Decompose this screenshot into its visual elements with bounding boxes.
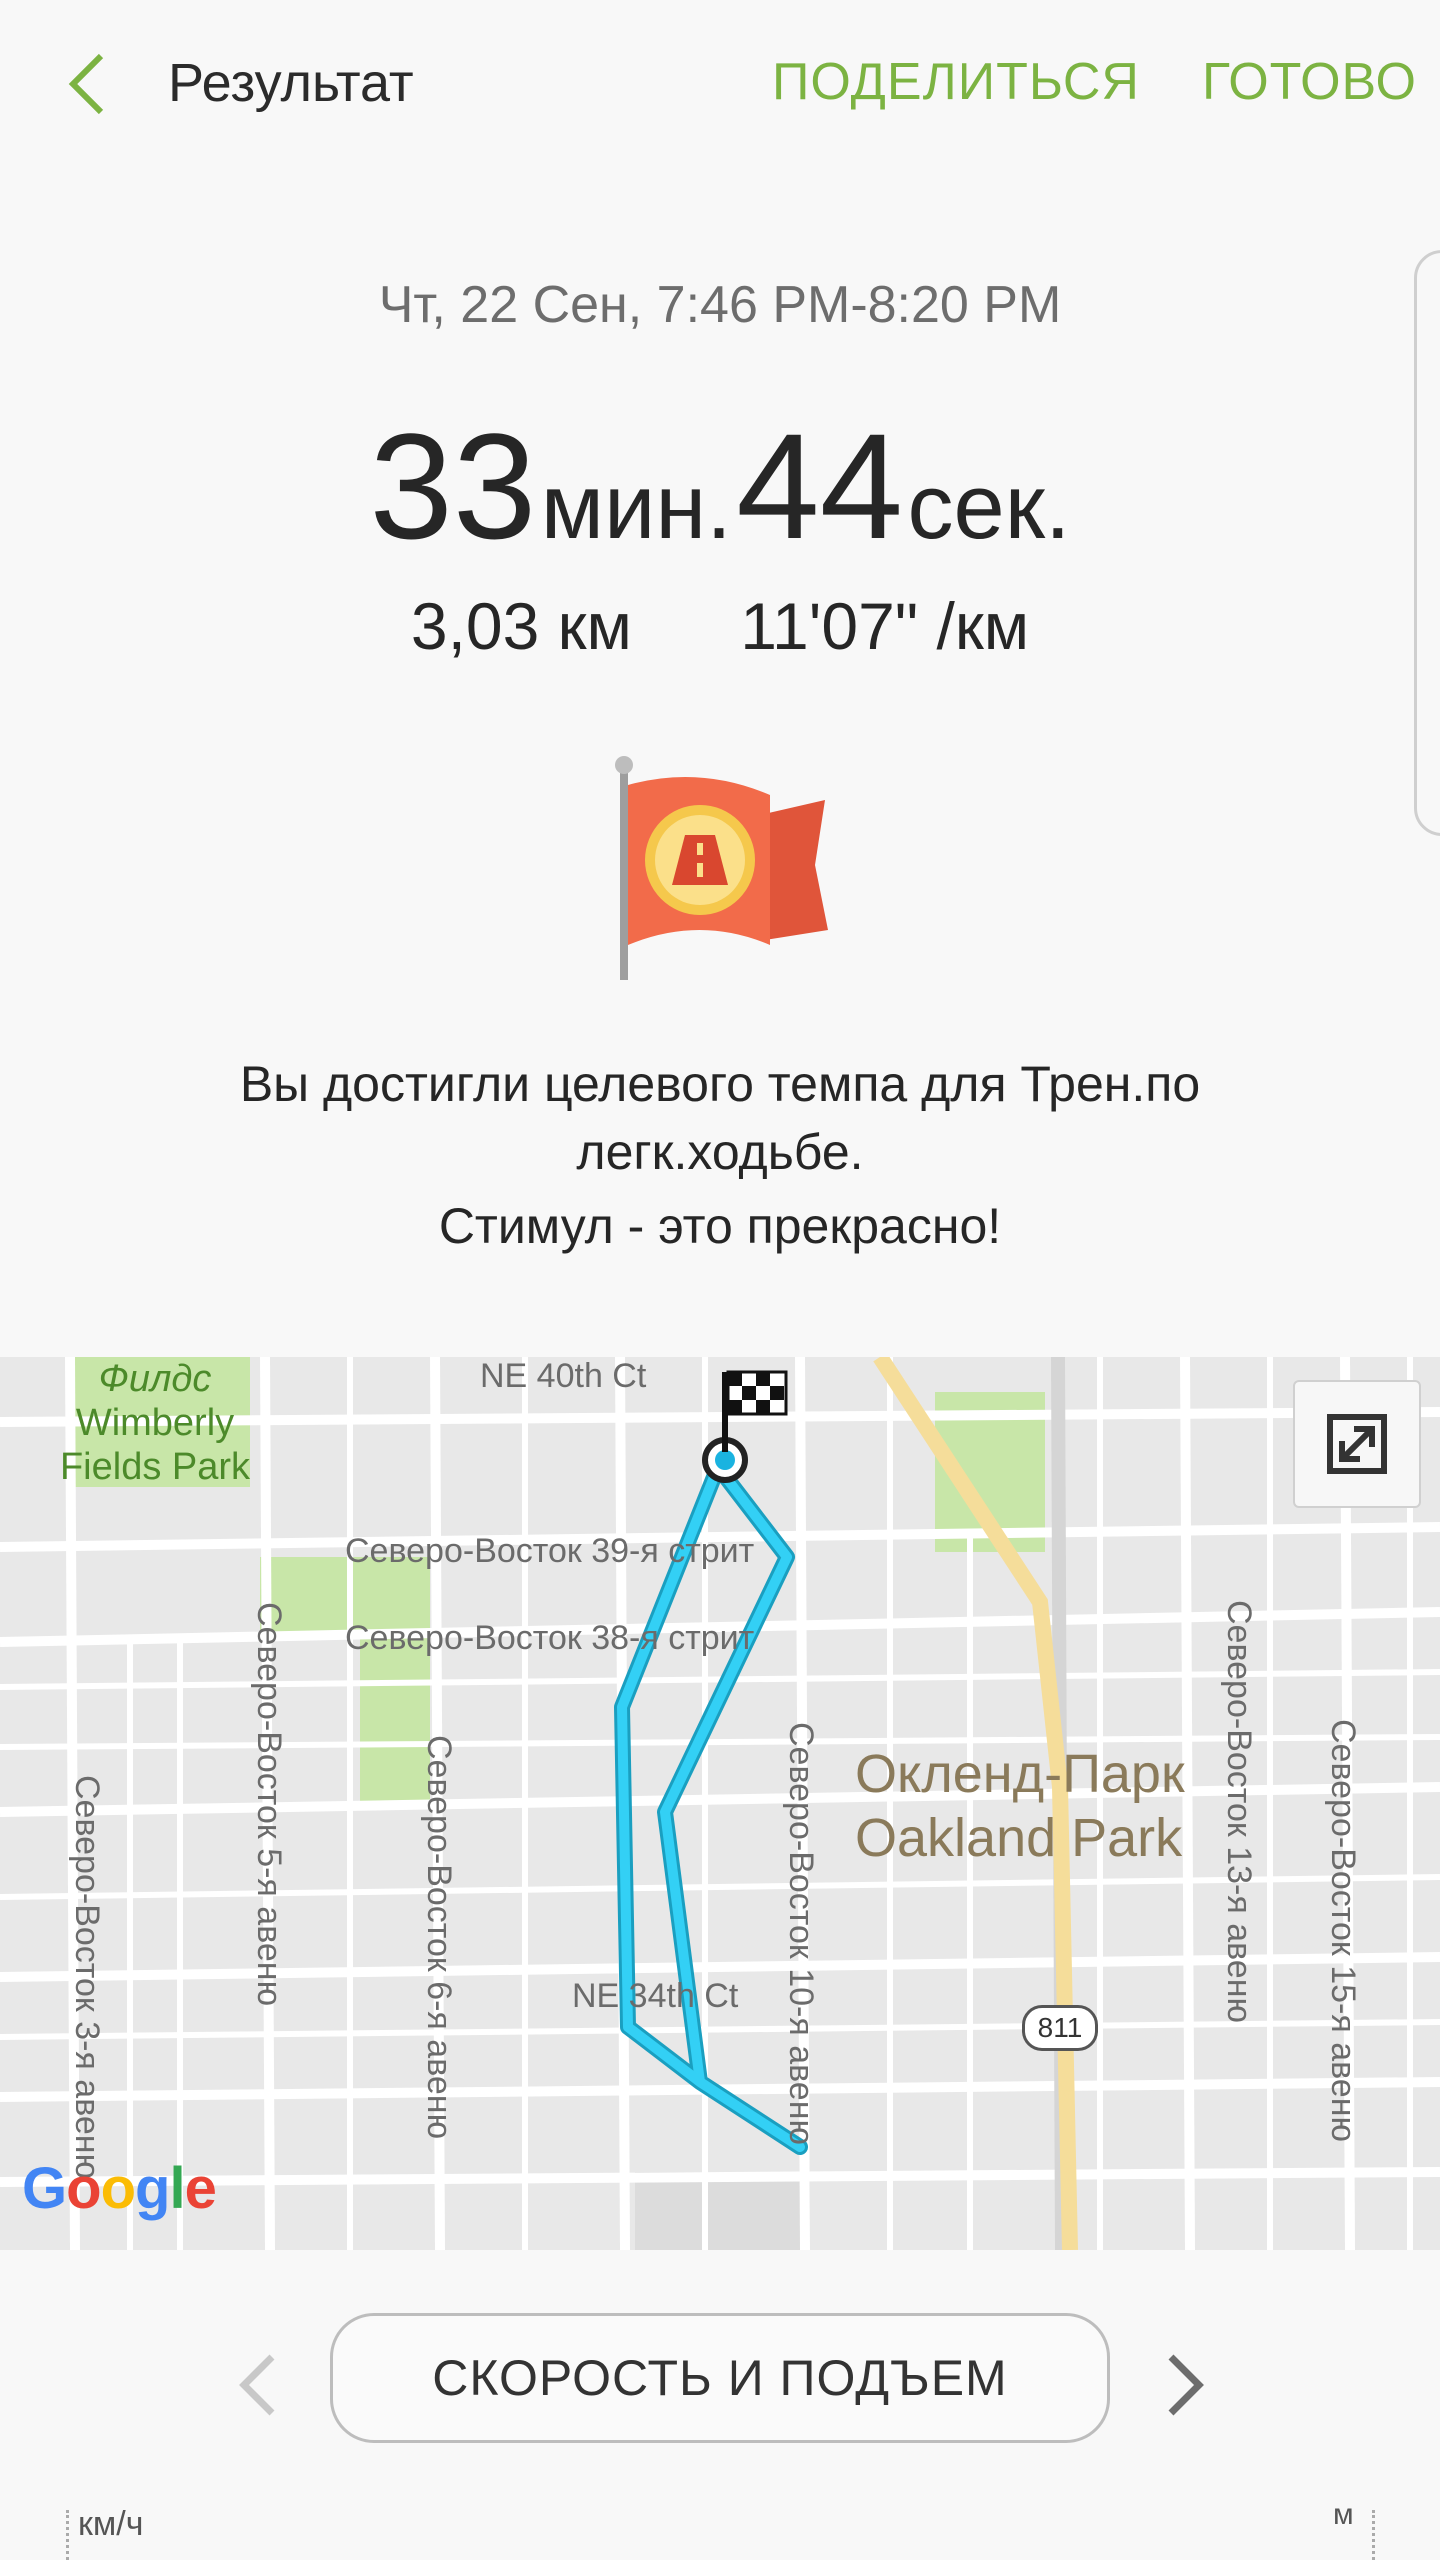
- duration-minutes: 33: [369, 402, 537, 570]
- pace-value: 11'07" /км: [740, 589, 1030, 663]
- park-label-line2: Fields Park: [59, 1446, 251, 1488]
- park-label-line1: Wimberly: [75, 1402, 235, 1444]
- google-logo-l: l: [169, 2156, 185, 2221]
- street-label-ave3: Северо-Восток 3-я авеню: [68, 1775, 106, 2180]
- achievement-message: Вы достигли целевого темпа для Трен.по л…: [239, 1056, 1201, 1180]
- street-label-ne40: NE 40th Ct: [480, 1357, 647, 1395]
- city-label-ru: Окленд-Парк: [855, 1744, 1185, 1804]
- route-map[interactable]: NE 40th Ct Северо-Восток 39-я стрит Севе…: [0, 1357, 1440, 2250]
- achievement-flag-icon: [615, 756, 828, 980]
- speed-elevation-selector[interactable]: СКОРОСТЬ И ПОДЪЕМ: [330, 2313, 1110, 2443]
- workout-date: Чт, 22 Сен, 7:46 PM-8:20 PM: [378, 276, 1062, 334]
- park-label-ru: Филдс: [98, 1358, 212, 1400]
- expand-icon: [1327, 1414, 1387, 1474]
- street-label-ave13: Северо-Восток 13-я авеню: [1220, 1600, 1258, 2023]
- previous-chart-button[interactable]: [218, 2345, 298, 2425]
- page-title: Результат: [168, 53, 414, 113]
- google-logo-e: e: [184, 2156, 217, 2221]
- chevron-left-icon: [239, 2354, 275, 2416]
- motivation-message: Стимул - это прекрасно!: [438, 1198, 1002, 1254]
- share-button[interactable]: ПОДЕЛИТЬСЯ: [772, 52, 1140, 112]
- workout-stats: 3,03 км 11'07" /км: [0, 588, 1440, 664]
- street-label-ave15: Северо-Восток 15-я авеню: [1324, 1719, 1362, 2142]
- street-label-ave6: Северо-Восток 6-я авеню: [420, 1735, 458, 2140]
- city-label-en: Oakland Park: [855, 1808, 1183, 1868]
- city-label: Окленд-Парк Oakland Park: [855, 1742, 1185, 1870]
- elevation-unit-label: м: [1333, 2498, 1354, 2531]
- duration-minutes-unit: мин.: [540, 456, 732, 558]
- route-shield: 811: [1022, 2005, 1098, 2051]
- google-logo: Google: [22, 2155, 217, 2222]
- done-button[interactable]: ГОТОВО: [1202, 52, 1417, 112]
- street-label-ne39: Северо-Восток 39-я стрит: [345, 1532, 755, 1570]
- google-logo-g2: g: [135, 2156, 170, 2221]
- street-label-ne38: Северо-Восток 38-я стрит: [345, 1619, 755, 1657]
- google-logo-o2: o: [100, 2156, 136, 2221]
- park-label: Филдс Wimberly Fields Park: [45, 1357, 265, 1489]
- next-chart-button[interactable]: [1145, 2345, 1225, 2425]
- google-logo-g1: G: [22, 2156, 67, 2221]
- duration-seconds-unit: сек.: [907, 456, 1071, 558]
- distance-value: 3,03 км: [410, 589, 632, 663]
- google-logo-o1: o: [66, 2156, 101, 2221]
- duration-seconds: 44: [736, 402, 904, 570]
- app-bar: Результат ПОДЕЛИТЬСЯ ГОТОВО: [0, 0, 1440, 170]
- chevron-left-icon: [68, 53, 104, 115]
- street-label-ave5: Северо-Восток 5-я авеню: [250, 1602, 288, 2007]
- back-button[interactable]: [52, 44, 122, 124]
- speed-unit-label: км/ч: [78, 2505, 144, 2543]
- workout-duration: 33 мин. 44 сек.: [0, 400, 1440, 573]
- chart-axis-right: [1372, 2510, 1379, 2560]
- street-label-ave10: Северо-Восток 10-я авеню: [782, 1722, 820, 2145]
- expand-map-button[interactable]: [1293, 1380, 1421, 1508]
- chevron-right-icon: [1168, 2354, 1204, 2416]
- street-label-ne34: NE 34th Ct: [572, 1977, 739, 2015]
- chart-axis-left: [66, 2510, 73, 2560]
